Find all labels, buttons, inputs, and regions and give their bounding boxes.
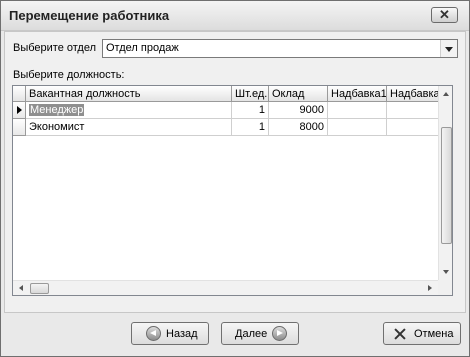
close-x-icon [393, 327, 407, 341]
cell-position-name: Менеджер [29, 104, 85, 116]
arrow-right-circle-icon [272, 326, 287, 341]
next-button[interactable]: Далее [221, 322, 299, 345]
back-button-label: Назад [166, 328, 198, 340]
title-bar[interactable]: Перемещение работника ✕ [1, 1, 469, 31]
back-button[interactable]: Назад [131, 322, 209, 345]
table-row-cell-units[interactable]: 1 [232, 119, 269, 136]
row-header-selected[interactable] [13, 102, 26, 119]
column-header-bonus1[interactable]: Надбавка1 [328, 86, 387, 102]
close-button[interactable]: ✕ [431, 7, 458, 23]
scroll-right-icon[interactable] [422, 281, 438, 295]
scrollbar-corner [438, 280, 452, 295]
table-row-cell-position[interactable]: Менеджер [26, 102, 232, 119]
table-row-cell-salary[interactable]: 8000 [269, 119, 328, 136]
grid-corner-header [13, 86, 26, 102]
table-row-cell-salary[interactable]: 9000 [269, 102, 328, 119]
vertical-scrollbar[interactable] [438, 86, 452, 280]
cancel-button-label: Отмена [414, 328, 454, 340]
row-pointer-icon [17, 106, 22, 114]
department-select[interactable]: Отдел продаж [102, 39, 458, 58]
horizontal-scrollbar[interactable] [13, 280, 438, 295]
scroll-left-icon[interactable] [13, 281, 29, 295]
column-header-salary[interactable]: Оклад [269, 86, 328, 102]
column-header-position[interactable]: Вакантная должность [26, 86, 232, 102]
department-label: Выберите отдел [13, 42, 97, 54]
dialog-content: Выберите отдел Отдел продаж Выберите дол… [4, 31, 466, 313]
vertical-scroll-thumb[interactable] [441, 127, 452, 244]
scroll-down-icon[interactable] [439, 264, 452, 280]
department-selected-value: Отдел продаж [106, 42, 179, 54]
vacancy-grid[interactable]: Вакантная должность Шт.ед. Оклад Надбавк… [12, 85, 453, 296]
table-row-cell-units[interactable]: 1 [232, 102, 269, 119]
arrow-left-circle-icon [146, 326, 161, 341]
position-label: Выберите должность: [13, 69, 125, 81]
table-row-cell-bonus1[interactable] [328, 102, 387, 119]
dialog-window: Перемещение работника ✕ Выберите отдел О… [0, 0, 470, 357]
row-header[interactable] [13, 119, 26, 136]
next-button-label: Далее [235, 328, 268, 340]
scroll-up-icon[interactable] [439, 86, 452, 102]
cancel-button[interactable]: Отмена [383, 322, 461, 345]
table-row-cell-bonus1[interactable] [328, 119, 387, 136]
horizontal-scroll-thumb[interactable] [30, 283, 49, 294]
table-row-cell-position[interactable]: Экономист [26, 119, 232, 136]
chevron-down-icon[interactable] [440, 40, 457, 57]
column-header-units[interactable]: Шт.ед. [232, 86, 269, 102]
close-icon: ✕ [439, 7, 450, 22]
window-title: Перемещение работника [9, 8, 170, 23]
